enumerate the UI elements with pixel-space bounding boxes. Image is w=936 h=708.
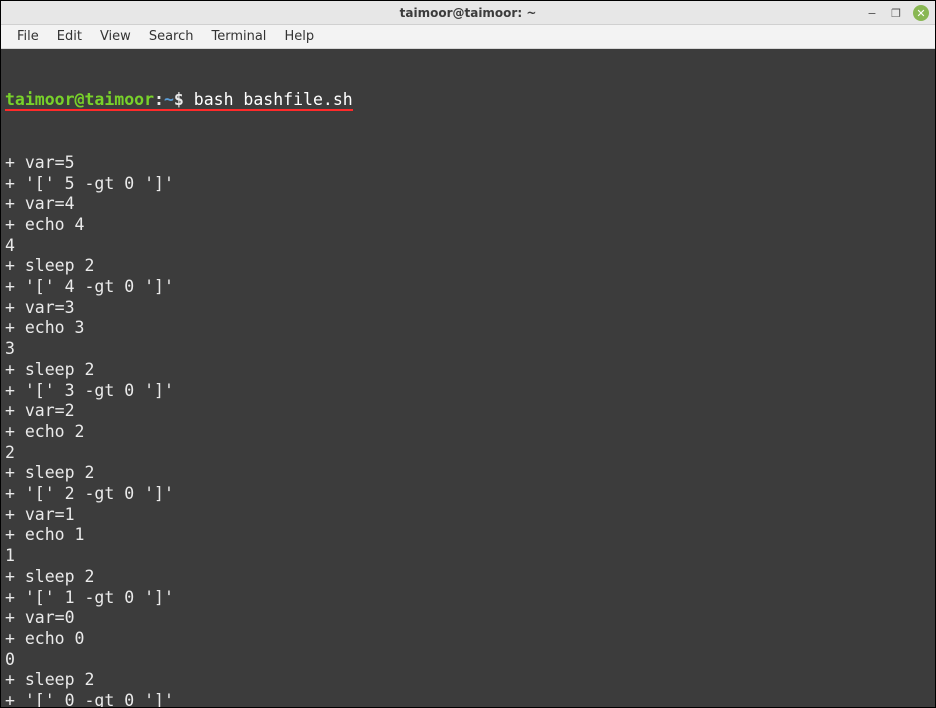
close-icon[interactable]: ✕: [913, 5, 929, 21]
output-line: + '[' 5 -gt 0 ']': [5, 174, 931, 195]
output-line: + sleep 2: [5, 256, 931, 277]
menu-help[interactable]: Help: [276, 27, 322, 46]
output-line: + var=3: [5, 298, 931, 319]
output-line: 1: [5, 546, 931, 567]
maximize-icon[interactable]: ❐: [889, 6, 903, 20]
output-line: + var=4: [5, 194, 931, 215]
output-line: + '[' 3 -gt 0 ']': [5, 381, 931, 402]
terminal-output: + var=5+ '[' 5 -gt 0 ']'+ var=4+ echo 44…: [5, 153, 931, 707]
output-line: + echo 2: [5, 422, 931, 443]
output-line: + var=5: [5, 153, 931, 174]
output-line: + '[' 1 -gt 0 ']': [5, 588, 931, 609]
output-line: + var=2: [5, 401, 931, 422]
output-line: + sleep 2: [5, 567, 931, 588]
output-line: + '[' 2 -gt 0 ']': [5, 484, 931, 505]
output-line: + sleep 2: [5, 463, 931, 484]
menu-search[interactable]: Search: [141, 27, 202, 46]
output-line: 2: [5, 443, 931, 464]
output-line: 0: [5, 650, 931, 671]
output-line: 3: [5, 339, 931, 360]
output-line: + sleep 2: [5, 360, 931, 381]
terminal-viewport[interactable]: taimoor@taimoor:~$ bash bashfile.sh + va…: [1, 49, 935, 707]
prompt-userhost: taimoor@taimoor: [5, 90, 154, 109]
output-line: + sleep 2: [5, 670, 931, 691]
prompt-line-1: taimoor@taimoor:~$ bash bashfile.sh: [5, 90, 931, 111]
minimize-icon[interactable]: −: [865, 6, 879, 20]
output-line: + echo 4: [5, 215, 931, 236]
output-line: + echo 3: [5, 318, 931, 339]
terminal-window: taimoor@taimoor: ~ − ❐ ✕ File Edit View …: [1, 1, 935, 707]
prompt-path: ~: [164, 90, 174, 109]
window-controls: − ❐ ✕: [865, 1, 929, 25]
window-title: taimoor@taimoor: ~: [400, 6, 537, 20]
menubar: File Edit View Search Terminal Help: [1, 25, 935, 49]
output-line: + var=0: [5, 608, 931, 629]
output-line: + '[' 0 -gt 0 ']': [5, 691, 931, 707]
output-line: + echo 0: [5, 629, 931, 650]
menu-file[interactable]: File: [9, 27, 47, 46]
menu-terminal[interactable]: Terminal: [203, 27, 274, 46]
menu-edit[interactable]: Edit: [49, 27, 90, 46]
output-line: 4: [5, 236, 931, 257]
output-line: + '[' 4 -gt 0 ']': [5, 277, 931, 298]
prompt-sigil: $: [174, 90, 184, 109]
entered-command: bash bashfile.sh: [184, 90, 353, 109]
titlebar[interactable]: taimoor@taimoor: ~ − ❐ ✕: [1, 1, 935, 25]
output-line: + var=1: [5, 505, 931, 526]
output-line: + echo 1: [5, 525, 931, 546]
menu-view[interactable]: View: [92, 27, 139, 46]
